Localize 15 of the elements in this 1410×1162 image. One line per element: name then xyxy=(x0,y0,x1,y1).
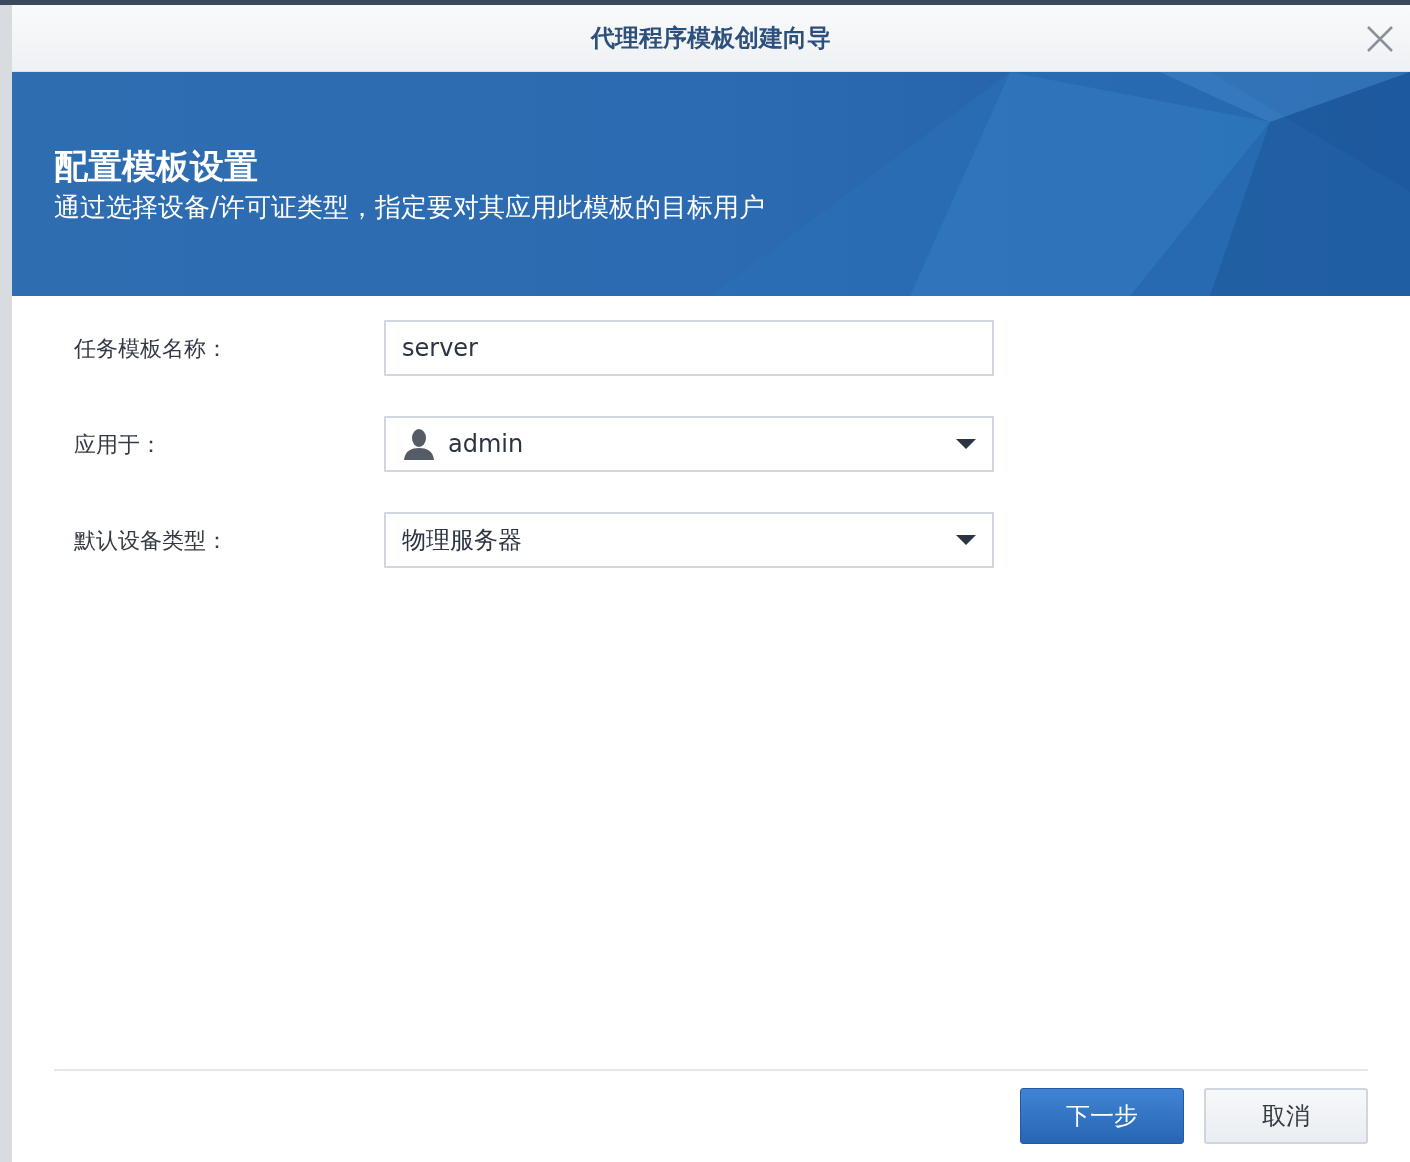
next-button[interactable]: 下一步 xyxy=(1020,1088,1184,1144)
close-button[interactable] xyxy=(1366,25,1394,53)
window-title: 代理程序模板创建向导 xyxy=(591,23,831,54)
dropdown-field[interactable]: 物理服务器 xyxy=(384,512,994,568)
caret-icon xyxy=(956,439,976,449)
user-icon xyxy=(402,427,436,461)
field-label: 默认设备类型： xyxy=(74,526,229,555)
field-label: 任务模板名称： xyxy=(74,334,229,363)
text-field[interactable]: server xyxy=(384,320,994,376)
cancel-button[interactable]: 取消 xyxy=(1204,1088,1368,1144)
banner-subtitle: 通过选择设备/许可证类型，指定要对其应用此模板的目标用户 xyxy=(54,191,766,224)
field-label: 应用于： xyxy=(74,430,163,459)
dropdown-field[interactable]: admin xyxy=(384,416,994,472)
banner-title: 配置模板设置 xyxy=(54,144,259,187)
caret-icon xyxy=(956,535,976,545)
